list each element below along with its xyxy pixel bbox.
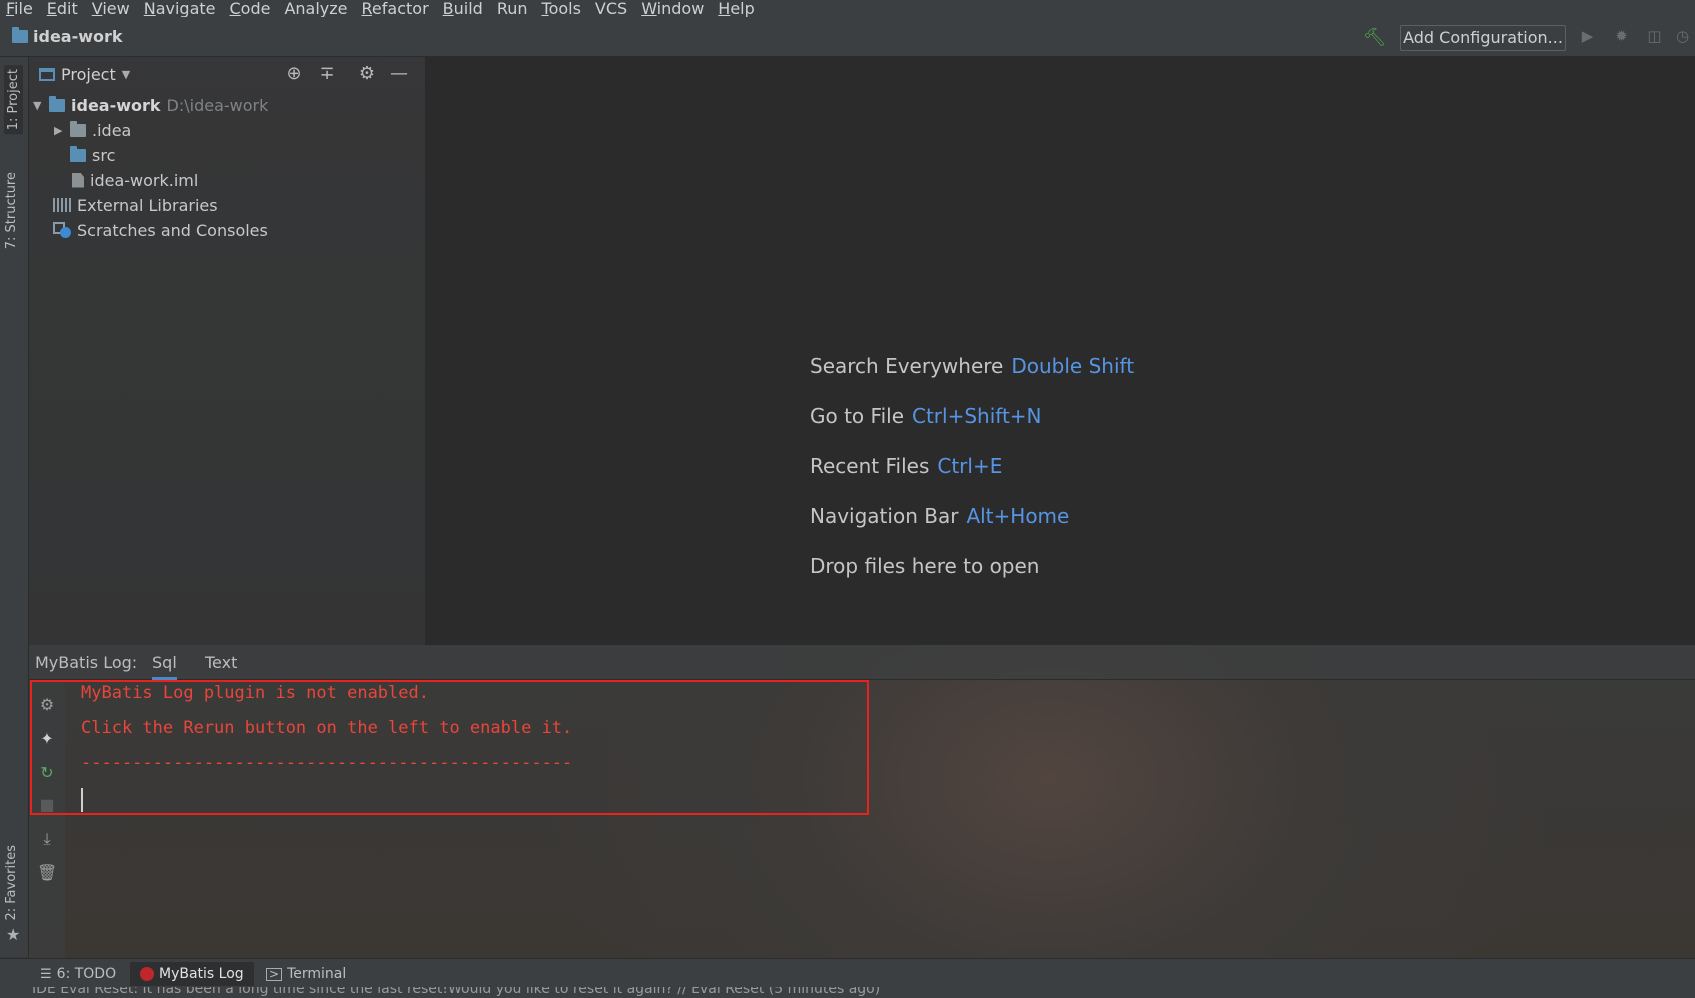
breadcrumb-project[interactable]: idea-work <box>12 27 123 46</box>
add-configuration-button[interactable]: Add Configuration... <box>1400 25 1566 51</box>
hint-label: Drop files here to open <box>810 554 1040 578</box>
build-hammer-icon[interactable]: 🔨︎ <box>1363 27 1386 48</box>
hint-navigation-bar: Navigation Bar Alt+Home <box>810 504 1069 528</box>
menu-code[interactable]: Code <box>223 0 278 17</box>
status-message[interactable]: IDE Eval Reset: It has been a long time … <box>32 987 880 997</box>
iml-file-icon <box>72 172 84 188</box>
menu-build[interactable]: Build <box>436 0 490 17</box>
hint-label: Recent Files <box>810 454 930 478</box>
menu-window[interactable]: Window <box>634 0 711 17</box>
tree-item-scratches[interactable]: Scratches and Consoles <box>53 218 268 242</box>
tab-terminal[interactable]: > Terminal <box>266 964 346 984</box>
tree-item-label: idea-work.iml <box>90 170 199 190</box>
menu-file[interactable]: File <box>0 0 40 17</box>
hint-shortcut: Alt+Home <box>966 504 1070 528</box>
tree-item-label: .idea <box>92 120 132 140</box>
trash-icon[interactable]: 🗑︎ <box>37 863 57 883</box>
debug-icon[interactable]: ✹ <box>1613 28 1630 45</box>
tab-project-label: 1: Project <box>6 69 21 131</box>
menu-bar: File Edit View Navigate Code Analyze Ref… <box>0 0 1695 17</box>
root-path: D:\idea-work <box>166 95 269 115</box>
project-window-icon <box>39 68 55 81</box>
project-title: Project <box>61 65 116 84</box>
left-tool-strip: 1: Project 7: Structure 2: Favorites ★ <box>0 57 29 957</box>
folder-icon <box>70 120 86 137</box>
hide-panel-icon[interactable]: — <box>388 64 410 84</box>
breadcrumb-project-label: idea-work <box>33 27 123 46</box>
hint-recent-files: Recent Files Ctrl+E <box>810 454 1002 478</box>
hint-label: Go to File <box>810 404 904 428</box>
tree-item-external-libraries[interactable]: External Libraries <box>53 193 218 217</box>
hint-drop-files: Drop files here to open <box>810 554 1039 578</box>
menu-navigate[interactable]: Navigate <box>137 0 223 17</box>
tree-item-idea[interactable]: ▶ .idea <box>54 118 131 142</box>
mybatis-log-title: MyBatis Log: <box>35 653 138 672</box>
tab-structure[interactable]: 7: Structure <box>4 172 19 249</box>
tab-favorites[interactable]: 2: Favorites <box>4 845 19 921</box>
library-icon <box>53 198 71 212</box>
tab-project[interactable]: 1: Project <box>4 65 23 135</box>
console-line: Click the Rerun button on the left to en… <box>81 718 573 738</box>
tab-todo-label: 6: TODO <box>56 966 117 982</box>
hint-label: Search Everywhere <box>810 354 1004 378</box>
run-icon[interactable]: ▶ <box>1579 28 1596 45</box>
menu-run[interactable]: Run <box>490 0 535 17</box>
menu-edit[interactable]: Edit <box>40 0 85 17</box>
menu-help[interactable]: Help <box>711 0 761 17</box>
text-caret[interactable] <box>81 788 83 812</box>
profile-icon[interactable]: ◷ <box>1674 28 1691 45</box>
menu-refactor[interactable]: Refactor <box>355 0 436 17</box>
chevron-down-icon: ▼ <box>121 68 131 81</box>
root-name: idea-work <box>71 95 161 115</box>
hint-go-to-file: Go to File Ctrl+Shift+N <box>810 404 1042 428</box>
project-panel: Project ▼ ⊕ ∓ ⚙ — ▼ idea-work D:\idea-wo… <box>29 57 426 645</box>
tree-item-label: External Libraries <box>77 195 218 215</box>
tab-text[interactable]: Text <box>205 653 237 672</box>
expanded-arrow-icon: ▼ <box>33 98 42 112</box>
collapsed-arrow-icon: ▶ <box>54 123 63 137</box>
tab-sql[interactable]: Sql <box>152 653 177 680</box>
tab-structure-label: 7: Structure <box>4 172 19 250</box>
tab-todo[interactable]: ☰ 6: TODO <box>40 964 116 984</box>
console-line: ----------------------------------------… <box>81 753 573 773</box>
scroll-to-end-icon[interactable]: ⤓ <box>37 829 57 849</box>
tab-mybatis-log-label: MyBatis Log <box>159 966 244 982</box>
coverage-icon[interactable]: ◫ <box>1646 28 1663 45</box>
menu-tools[interactable]: Tools <box>535 0 588 17</box>
tree-item-iml[interactable]: idea-work.iml <box>72 168 198 192</box>
star-icon: ★ <box>6 925 21 944</box>
tree-item-src[interactable]: src <box>70 143 115 167</box>
module-folder-icon <box>49 95 65 112</box>
mybatis-log-tabs: MyBatis Log: Sql Text <box>29 645 1695 680</box>
tab-mybatis-log[interactable]: MyBatis Log <box>130 962 254 986</box>
hint-shortcut: Double Shift <box>1011 354 1135 378</box>
bottom-tool-bar: ☰ 6: TODO MyBatis Log > Terminal <box>0 958 1695 987</box>
tree-item-label: Scratches and Consoles <box>77 220 268 240</box>
hint-shortcut: Ctrl+Shift+N <box>912 404 1042 428</box>
collapse-all-icon[interactable]: ∓ <box>316 64 338 84</box>
status-bar: IDE Eval Reset: It has been a long time … <box>0 987 1695 998</box>
tab-favorites-label: 2: Favorites <box>4 845 19 921</box>
hint-shortcut: Ctrl+E <box>937 454 1003 478</box>
source-folder-icon <box>70 145 86 162</box>
menu-analyze[interactable]: Analyze <box>277 0 354 17</box>
scratches-icon <box>53 222 71 238</box>
hint-search-everywhere: Search Everywhere Double Shift <box>810 354 1134 378</box>
tree-item-label: src <box>92 145 116 165</box>
project-view-selector[interactable]: Project ▼ <box>39 65 130 84</box>
hint-label: Navigation Bar <box>810 504 959 528</box>
navigation-toolbar: idea-work 🔨︎ Add Configuration... ▶ ✹ ◫ … <box>0 17 1695 57</box>
mybatis-bird-icon <box>140 967 154 981</box>
tab-terminal-label: Terminal <box>287 966 347 982</box>
terminal-icon: > <box>266 967 283 981</box>
folder-icon <box>12 27 28 43</box>
gear-icon[interactable]: ⚙ <box>356 64 378 84</box>
console-line: MyBatis Log plugin is not enabled. <box>81 683 429 703</box>
editor-area[interactable]: Search Everywhere Double Shift Go to File… <box>426 57 1695 645</box>
menu-vcs[interactable]: VCS <box>588 0 634 17</box>
locate-file-icon[interactable]: ⊕ <box>283 64 305 84</box>
tree-item-root[interactable]: ▼ idea-work D:\idea-work <box>33 93 268 117</box>
menu-view[interactable]: View <box>85 0 137 17</box>
list-icon: ☰ <box>40 966 52 982</box>
